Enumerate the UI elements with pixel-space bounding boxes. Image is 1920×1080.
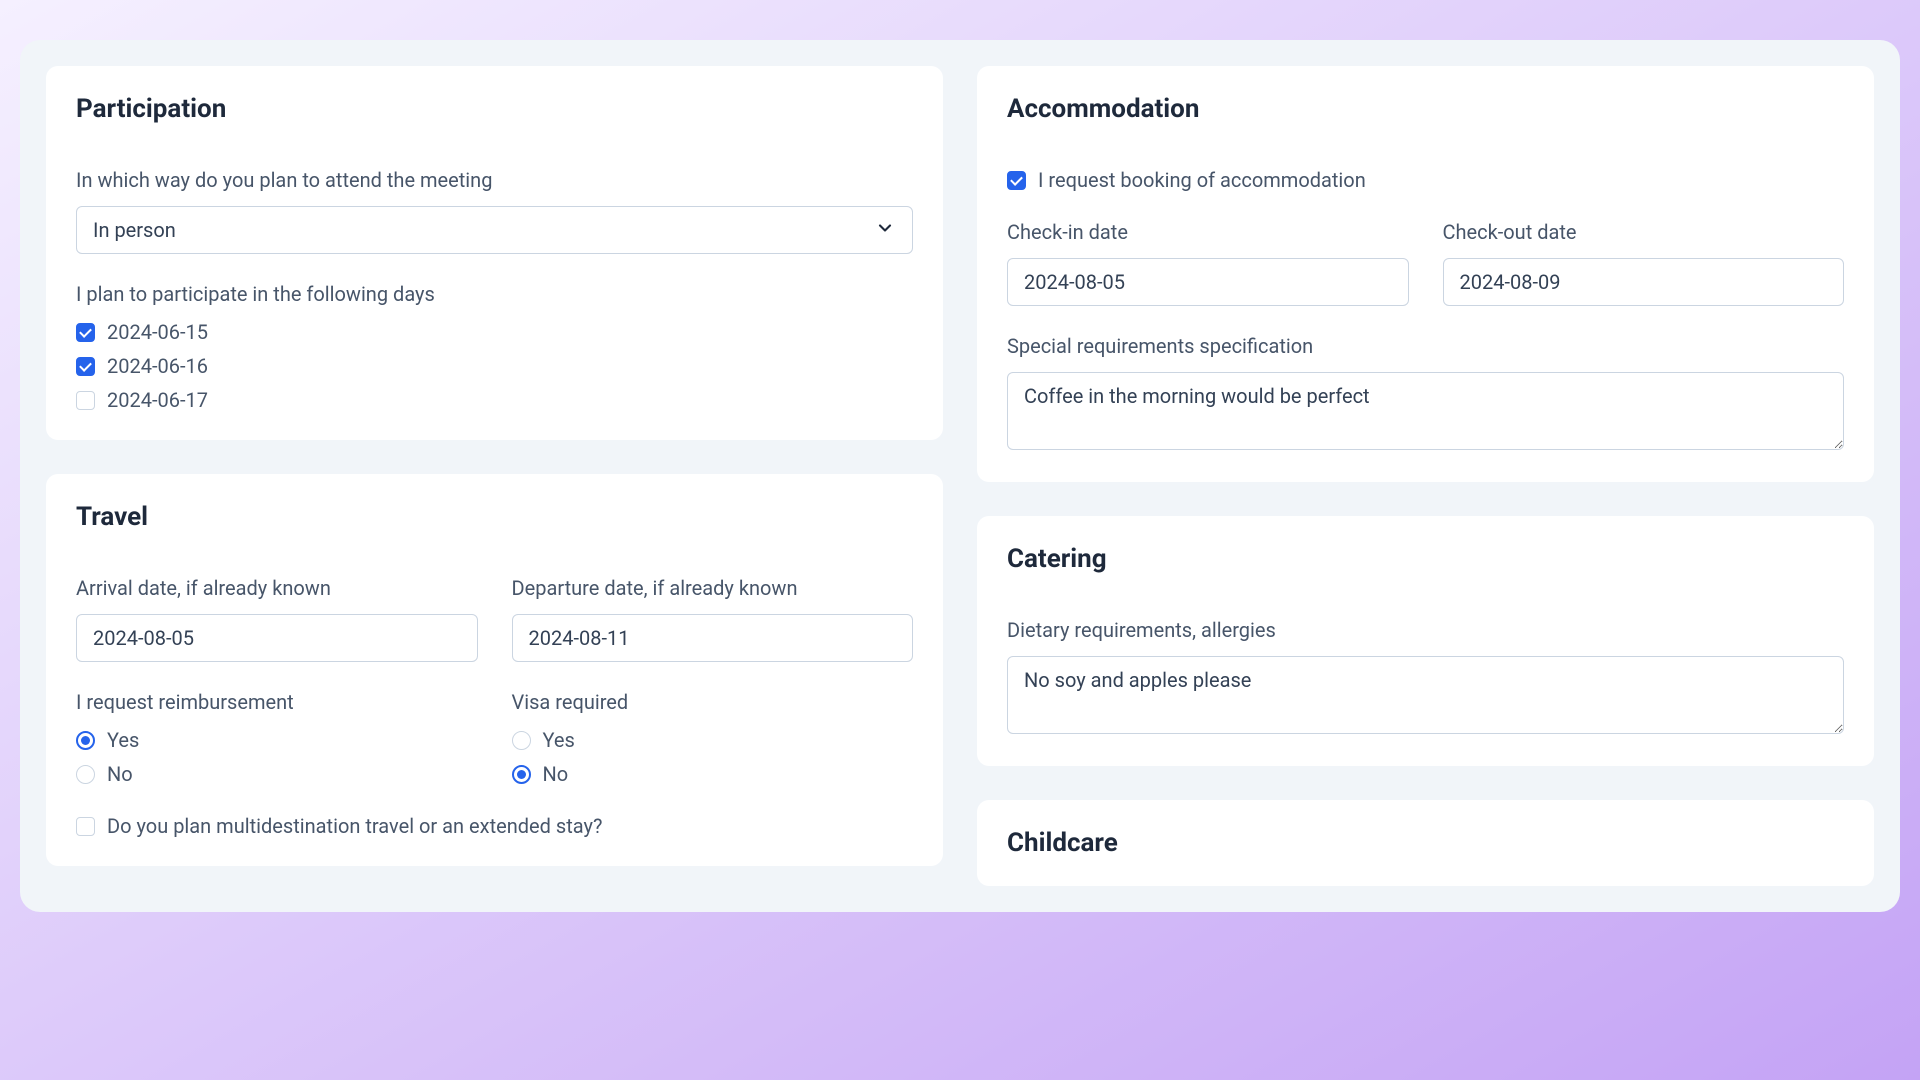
radio-icon xyxy=(76,765,95,784)
radio-icon xyxy=(512,731,531,750)
checkout-field-group: Check-out date xyxy=(1443,220,1845,306)
reimbursement-label: I request reimbursement xyxy=(76,690,478,714)
day-checkbox-2[interactable]: 2024-06-17 xyxy=(76,388,913,412)
arrival-field-group: Arrival date, if already known xyxy=(76,576,478,662)
attendance-select-wrapper: In person xyxy=(76,206,913,254)
day-checkbox-1[interactable]: 2024-06-16 xyxy=(76,354,913,378)
left-column: Participation In which way do you plan t… xyxy=(46,66,943,886)
special-input[interactable] xyxy=(1007,372,1844,450)
multidest-checkbox[interactable]: Do you plan multidestination travel or a… xyxy=(76,814,913,838)
travel-options-row: I request reimbursement Yes No Visa requ… xyxy=(76,690,913,786)
checkbox-icon xyxy=(76,817,95,836)
reimbursement-yes-label: Yes xyxy=(107,728,139,752)
checkbox-icon xyxy=(76,391,95,410)
childcare-card: Childcare xyxy=(977,800,1874,886)
reimbursement-radio-no[interactable]: No xyxy=(76,762,478,786)
dietary-input[interactable] xyxy=(1007,656,1844,734)
special-label: Special requirements specification xyxy=(1007,334,1844,358)
accommodation-title: Accommodation xyxy=(1007,94,1844,124)
catering-card: Catering Dietary requirements, allergies xyxy=(977,516,1874,766)
day-label-2: 2024-06-17 xyxy=(107,388,208,412)
visa-label: Visa required xyxy=(512,690,914,714)
attendance-label: In which way do you plan to attend the m… xyxy=(76,168,913,192)
checkout-label: Check-out date xyxy=(1443,220,1845,244)
days-label: I plan to participate in the following d… xyxy=(76,282,913,306)
travel-dates-row: Arrival date, if already known Departure… xyxy=(76,576,913,662)
visa-field-group: Visa required Yes No xyxy=(512,690,914,786)
day-label-1: 2024-06-16 xyxy=(107,354,208,378)
checkbox-icon xyxy=(1007,171,1026,190)
catering-title: Catering xyxy=(1007,544,1844,574)
radio-icon xyxy=(76,731,95,750)
dietary-label: Dietary requirements, allergies xyxy=(1007,618,1844,642)
checkin-input[interactable] xyxy=(1007,258,1409,306)
departure-field-group: Departure date, if already known xyxy=(512,576,914,662)
accommodation-dates-row: Check-in date Check-out date xyxy=(1007,220,1844,306)
travel-title: Travel xyxy=(76,502,913,532)
departure-input[interactable] xyxy=(512,614,914,662)
attendance-field-group: In which way do you plan to attend the m… xyxy=(76,168,913,254)
departure-label: Departure date, if already known xyxy=(512,576,914,600)
reimbursement-no-label: No xyxy=(107,762,133,786)
multidest-label: Do you plan multidestination travel or a… xyxy=(107,814,602,838)
checkin-label: Check-in date xyxy=(1007,220,1409,244)
accommodation-request-checkbox[interactable]: I request booking of accommodation xyxy=(1007,168,1844,192)
accommodation-card: Accommodation I request booking of accom… xyxy=(977,66,1874,482)
checkbox-icon xyxy=(76,323,95,342)
arrival-label: Arrival date, if already known xyxy=(76,576,478,600)
days-field-group: I plan to participate in the following d… xyxy=(76,282,913,412)
radio-icon xyxy=(512,765,531,784)
reimbursement-field-group: I request reimbursement Yes No xyxy=(76,690,478,786)
reimbursement-radio-yes[interactable]: Yes xyxy=(76,728,478,752)
travel-card: Travel Arrival date, if already known De… xyxy=(46,474,943,866)
attendance-select[interactable]: In person xyxy=(76,206,913,254)
participation-card: Participation In which way do you plan t… xyxy=(46,66,943,440)
checkout-input[interactable] xyxy=(1443,258,1845,306)
visa-radio-yes[interactable]: Yes xyxy=(512,728,914,752)
participation-title: Participation xyxy=(76,94,913,124)
form-container: Participation In which way do you plan t… xyxy=(20,40,1900,912)
visa-radio-no[interactable]: No xyxy=(512,762,914,786)
day-label-0: 2024-06-15 xyxy=(107,320,208,344)
arrival-input[interactable] xyxy=(76,614,478,662)
checkbox-icon xyxy=(76,357,95,376)
special-field-group: Special requirements specification xyxy=(1007,334,1844,454)
right-column: Accommodation I request booking of accom… xyxy=(977,66,1874,886)
day-checkbox-0[interactable]: 2024-06-15 xyxy=(76,320,913,344)
visa-no-label: No xyxy=(543,762,569,786)
visa-yes-label: Yes xyxy=(543,728,575,752)
accommodation-request-label: I request booking of accommodation xyxy=(1038,168,1366,192)
dietary-field-group: Dietary requirements, allergies xyxy=(1007,618,1844,738)
checkin-field-group: Check-in date xyxy=(1007,220,1409,306)
childcare-title: Childcare xyxy=(1007,828,1844,858)
